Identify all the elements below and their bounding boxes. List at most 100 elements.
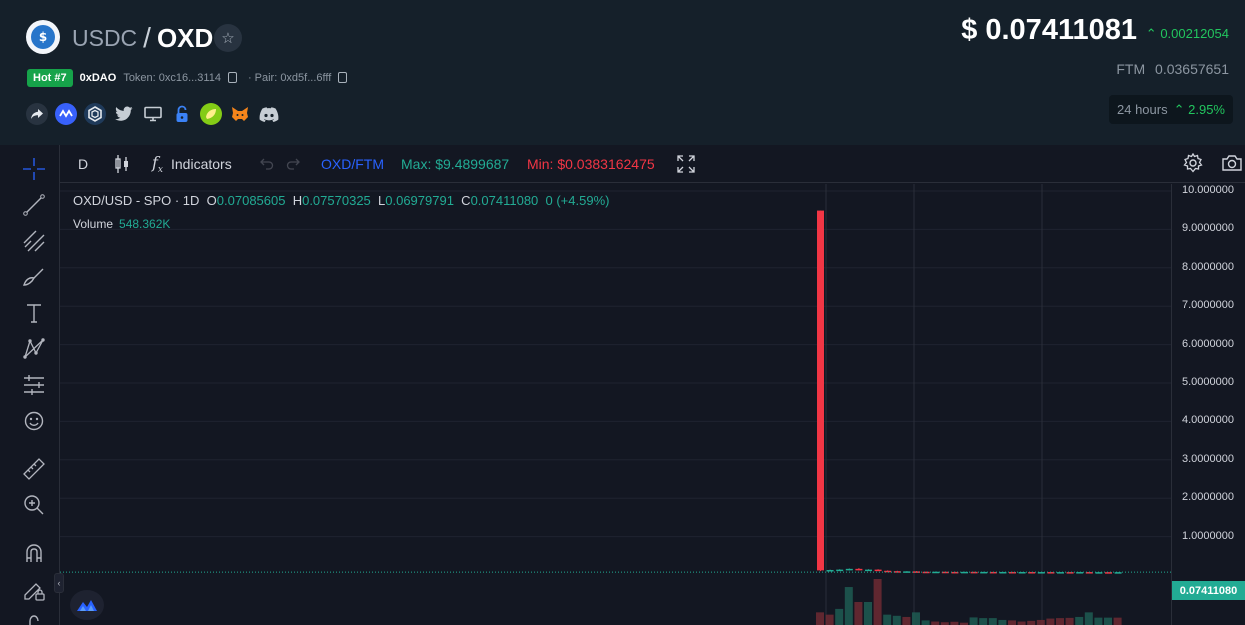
token-address: Token: 0xc16...3114 xyxy=(123,71,221,84)
candle-type-icon[interactable] xyxy=(114,155,130,173)
price-axis[interactable]: 10.000000 9.0000000 8.0000000 7.0000000 6.00… xyxy=(1171,184,1245,625)
fib-retracement-icon[interactable] xyxy=(21,228,47,254)
y-tick-label: 2.0000000 xyxy=(1182,491,1234,504)
camera-icon[interactable] xyxy=(1221,154,1243,172)
volume-bar xyxy=(912,612,920,625)
volume-bar xyxy=(844,587,853,625)
usdc-logo-icon: $ xyxy=(31,25,55,49)
coingecko-icon[interactable] xyxy=(84,103,106,125)
fullscreen-icon[interactable] xyxy=(677,155,695,173)
copy-pair-icon[interactable] xyxy=(338,72,348,83)
volume-bar xyxy=(921,620,930,625)
candle-body xyxy=(1114,572,1122,574)
settings-gear-icon[interactable] xyxy=(1183,153,1203,173)
favorite-star-icon[interactable]: ☆ xyxy=(214,24,242,52)
legend-symbol: OXD/USD - SPO · 1D xyxy=(73,193,200,208)
usdc-logo: $ xyxy=(26,20,60,54)
legend-o-label: O xyxy=(206,193,217,208)
discord-icon[interactable] xyxy=(258,103,280,125)
volume-bar xyxy=(1056,618,1064,625)
indicators-button[interactable]: fx Indicators xyxy=(152,153,232,175)
interval-button[interactable]: D xyxy=(78,155,88,173)
candle-body xyxy=(922,571,930,574)
meta-dot: · xyxy=(247,71,252,84)
base-symbol: OXD xyxy=(156,22,214,53)
y-tick-label: 9.0000000 xyxy=(1182,222,1234,235)
legend-change: 0 (+4.59%) xyxy=(545,193,610,208)
twitter-icon[interactable] xyxy=(113,103,135,125)
social-links xyxy=(26,103,287,125)
y-tick-label: 5.0000000 xyxy=(1182,376,1234,388)
quote-symbol: USDC xyxy=(72,24,138,51)
lock-icon[interactable] xyxy=(171,103,193,125)
candle-body xyxy=(817,210,824,571)
metamask-icon[interactable] xyxy=(229,103,251,125)
lock-drawings-icon[interactable] xyxy=(21,576,47,602)
website-icon[interactable] xyxy=(142,103,164,125)
text-tool-icon[interactable] xyxy=(21,300,47,326)
share-icon[interactable] xyxy=(26,103,48,125)
coinmarketcap-icon[interactable] xyxy=(55,103,77,125)
pattern-icon[interactable] xyxy=(21,336,47,362)
volume-bar xyxy=(1036,619,1045,625)
brush-icon[interactable] xyxy=(21,264,47,290)
trend-line-icon[interactable] xyxy=(21,192,47,218)
y-tick-label: 8.0000000 xyxy=(1182,260,1234,273)
period-change-value: 2.95% xyxy=(1188,101,1225,117)
volume-bar xyxy=(1113,617,1122,625)
min-price-label: Min: $0.0383162475 xyxy=(527,156,655,172)
volume-bar xyxy=(998,619,1007,625)
candle-body xyxy=(865,569,872,572)
project-name[interactable]: 0xDAO xyxy=(80,72,117,84)
volume-bar xyxy=(825,614,834,625)
price-change: ⌃ 0.00212054 xyxy=(1146,26,1229,42)
volume-legend: Volume 548.362K xyxy=(73,217,170,231)
legend-high: 0.07570325 xyxy=(302,193,371,208)
candle-body xyxy=(1066,572,1074,574)
volume-bar xyxy=(1008,620,1016,625)
period-label: 24 hours xyxy=(1117,102,1168,117)
copy-token-icon[interactable] xyxy=(227,72,237,83)
redo-icon[interactable] xyxy=(286,155,302,173)
volume-bar xyxy=(864,602,872,625)
price-chart-plot[interactable] xyxy=(60,184,1171,625)
pair-address: Pair: 0xd5f...6fff xyxy=(254,71,332,84)
ohlc-legend: OXD/USD - SPO · 1D O0.07085605 H0.075703… xyxy=(73,193,609,208)
crosshair-icon[interactable] xyxy=(21,156,47,182)
volume-bar xyxy=(969,617,978,625)
lime-coin-icon[interactable] xyxy=(200,103,222,125)
y-tick-label: 4.0000000 xyxy=(1182,414,1234,427)
drawing-toolbar xyxy=(8,145,60,625)
volume-bar xyxy=(1075,616,1084,625)
ruler-icon[interactable] xyxy=(21,456,47,482)
pair-header: $ USDC / OXD ☆ Hot #7 0xDAO Token: 0xc16… xyxy=(0,0,1245,145)
period-change-badge[interactable]: 24 hours ⌃ 2.95% xyxy=(1109,95,1233,124)
app-root: $ USDC / OXD ☆ Hot #7 0xDAO Token: 0xc16… xyxy=(0,0,1245,625)
pair-separator: / xyxy=(143,22,151,53)
volume-bar xyxy=(1027,620,1036,625)
volume-bar xyxy=(902,616,911,625)
tradingview-logo-icon[interactable] xyxy=(70,590,104,620)
zoom-in-icon[interactable] xyxy=(21,492,47,518)
magnet-icon[interactable] xyxy=(21,540,47,566)
undo-icon[interactable] xyxy=(258,155,274,173)
y-tick-label: 7.0000000 xyxy=(1182,299,1234,312)
switch-quote-button[interactable]: OXD/FTM xyxy=(321,155,384,173)
volume-bar xyxy=(816,612,824,625)
volume-bar xyxy=(931,621,940,625)
candle-body xyxy=(970,571,978,574)
volume-bar xyxy=(854,602,863,625)
price-up-arrow-icon: ⌃ xyxy=(1145,26,1157,41)
chart-top-toolbar: D fx Indicators OXD/FTM Max: $9.4899687 … xyxy=(60,145,1245,183)
period-change: ⌃ 2.95% xyxy=(1174,102,1225,118)
hide-drawings-icon[interactable] xyxy=(21,612,47,625)
prediction-icon[interactable] xyxy=(21,372,47,398)
volume-bar xyxy=(835,608,844,625)
volume-bar xyxy=(1084,612,1093,625)
emoji-icon[interactable] xyxy=(21,408,47,434)
volume-bar xyxy=(873,579,882,625)
ftm-price-row: FTM 0.03657651 xyxy=(1116,61,1229,77)
max-price-label: Max: $9.4899687 xyxy=(401,156,510,172)
legend-close: 0.07411080 xyxy=(470,193,539,208)
current-price: $ 0.07411081 xyxy=(961,14,1137,46)
